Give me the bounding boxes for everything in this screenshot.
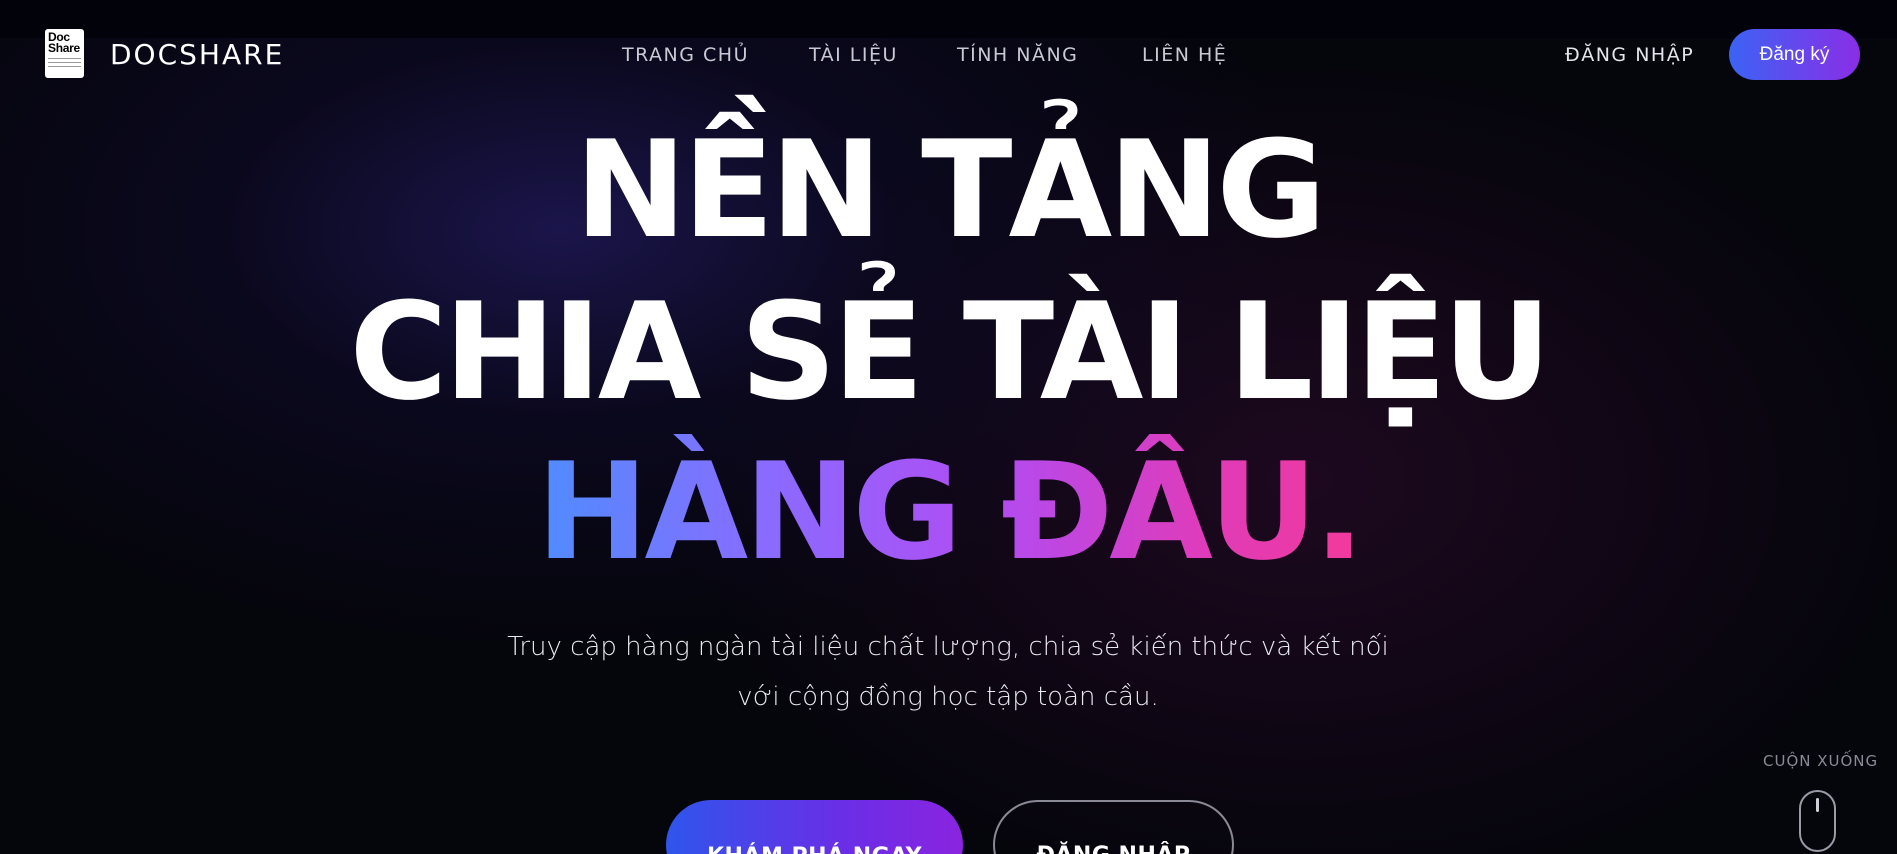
docshare-logo-icon[interactable]: Doc Share [45, 29, 84, 78]
logo-text: Doc Share [48, 31, 81, 55]
nav-item-documents[interactable]: TÀI LIỆU [809, 42, 898, 68]
top-bar-background [0, 0, 1897, 38]
hero-title-line3: HÀNG ĐẦU. [0, 432, 1897, 592]
hero-login-button[interactable]: ĐĂNG NHẬP [993, 800, 1234, 854]
nav-item-features[interactable]: TÍNH NĂNG [957, 42, 1078, 68]
hero-subtitle: Truy cập hàng ngàn tài liệu chất lượng, … [398, 622, 1498, 722]
logo-text-line2: Share [48, 41, 80, 55]
hero-subtitle-line1: Truy cập hàng ngàn tài liệu chất lượng, … [507, 632, 1389, 662]
hero-title-highlight: HÀNG ĐẦU. [536, 434, 1364, 590]
nav-item-home[interactable]: TRANG CHỦ [622, 42, 749, 68]
hero-subtitle-line2: với cộng đồng học tập toàn cầu. [737, 682, 1159, 712]
hero-title-line2: CHIA SẺ TÀI LIỆU [349, 274, 1551, 430]
login-link[interactable]: ĐĂNG NHẬP [1565, 42, 1694, 68]
mouse-wheel [1816, 798, 1819, 812]
scroll-down-label: CUỘN XUỐNG [1763, 752, 1879, 770]
logo-lines [48, 58, 81, 67]
mouse-scroll-icon[interactable] [1799, 790, 1836, 852]
hero-title-line1: NỀN TẢNG [574, 112, 1327, 268]
explore-now-button[interactable]: KHÁM PHÁ NGAY [666, 800, 963, 854]
brand-name[interactable]: DOCSHARE [110, 37, 284, 73]
landing-page: Doc Share DOCSHARE TRANG CHỦ TÀI LIỆU TÍ… [0, 0, 1897, 854]
signup-button[interactable]: Đăng ký [1729, 29, 1860, 80]
nav-item-contact[interactable]: LIÊN HỆ [1142, 42, 1227, 68]
